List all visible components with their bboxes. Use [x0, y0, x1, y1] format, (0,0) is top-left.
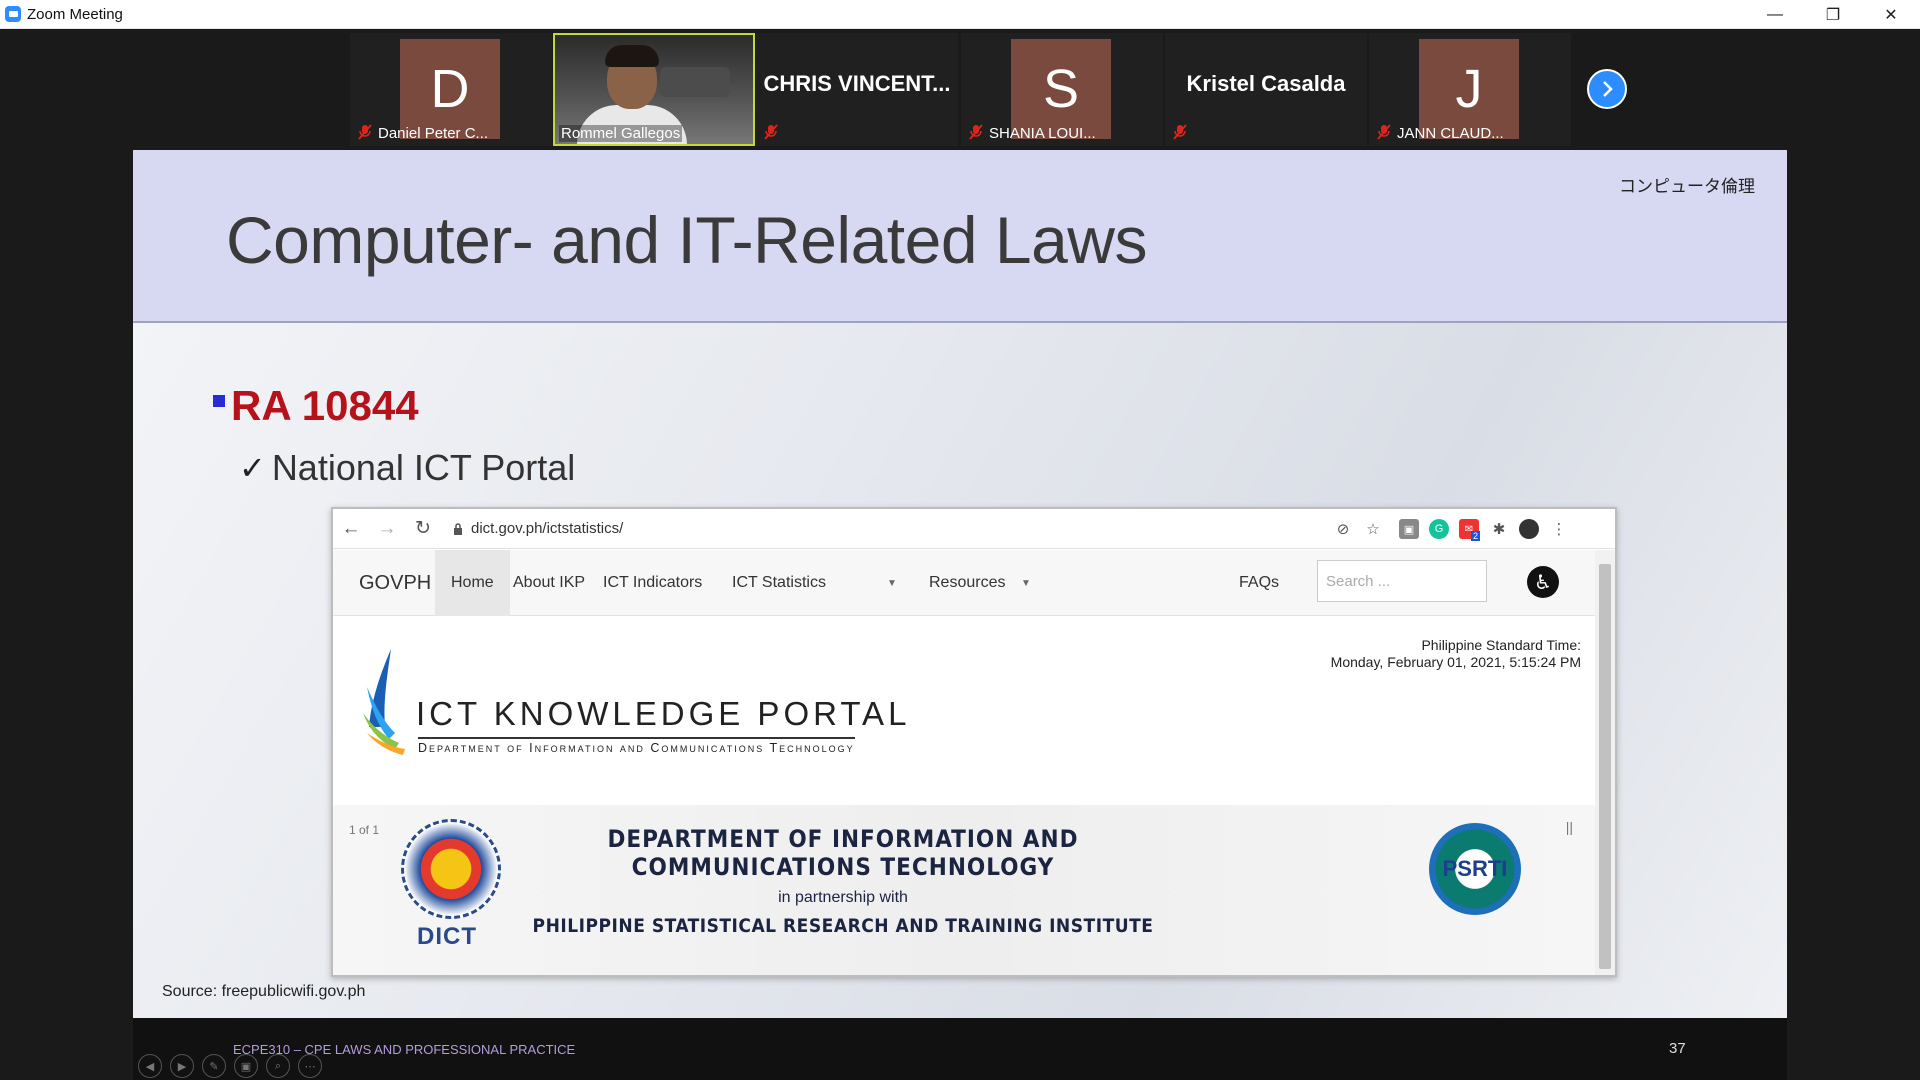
nav-resources: Resources [929, 574, 1006, 591]
participant-tile[interactable]: Kristel Casalda [1165, 33, 1367, 146]
time-label: Philippine Standard Time: [1421, 637, 1581, 653]
badge-count: 2 [1471, 531, 1481, 541]
dict-seal-icon [401, 819, 501, 919]
pen-icon[interactable]: ✎ [202, 1054, 226, 1078]
muted-mic-icon [358, 124, 372, 140]
nav-ict-indicators: ICT Indicators [603, 574, 703, 591]
dict-logo-text: DICT [417, 923, 477, 950]
participant-name: SHANIA LOUI... [989, 125, 1096, 142]
slide-counter: 1 of 1 [349, 823, 380, 837]
participant-name-large: Kristel Casalda [1186, 71, 1346, 96]
muted-mic-icon [1173, 124, 1187, 140]
drone-object [660, 67, 730, 97]
prev-slide-icon[interactable]: ◀ [138, 1054, 162, 1078]
participant-tile[interactable]: CHRIS VINCENT... [756, 33, 958, 146]
more-icon[interactable]: ⋯ [298, 1054, 322, 1078]
source-caption: Source: freepublicwifi.gov.ph [162, 983, 366, 1000]
participant-tile-video[interactable]: Rommel Gallegos [553, 33, 755, 146]
extension-icon: ▣ [1399, 519, 1419, 539]
participant-tile[interactable]: S SHANIA LOUI... [961, 33, 1163, 146]
site-search-input: Search ... [1317, 560, 1487, 602]
caret-down-icon: ▼ [1021, 577, 1031, 589]
participant-tile[interactable]: D Daniel Peter C... [350, 33, 552, 146]
eye-off-icon: ⊘ [1336, 521, 1350, 538]
avatar: S [1011, 39, 1111, 139]
caret-down-icon: ▼ [887, 577, 897, 589]
muted-mic-icon [764, 124, 778, 140]
url-text: dict.gov.ph/ictstatistics/ [471, 520, 624, 537]
browser-omnibar: ← → ↻ dict.gov.ph/ictstatistics/ ⊘ ☆ ▣ G… [333, 509, 1615, 549]
psrti-logo: PSRTI [1429, 823, 1521, 915]
slide-header: コンピュータ倫理 Computer- and IT-Related Laws [133, 150, 1787, 323]
participant-name: Rommel Gallegos [559, 125, 683, 142]
participant-tile[interactable]: J JANN CLAUD... [1369, 33, 1571, 146]
muted-mic-icon [1377, 124, 1391, 140]
slide-title: Computer- and IT-Related Laws [226, 203, 1147, 277]
accessibility-icon: ♿ [1527, 566, 1559, 598]
time-display: Philippine Standard Time: Monday, Februa… [1331, 637, 1581, 671]
zoom-icon[interactable]: ⌕ [266, 1054, 290, 1078]
restore-button[interactable]: ❐ [1804, 0, 1862, 29]
square-bullet-icon [213, 395, 225, 407]
window-title: Zoom Meeting [27, 5, 123, 23]
forward-arrow-icon: → [377, 517, 397, 539]
slides-icon[interactable]: ▣ [234, 1054, 258, 1078]
participant-name: Daniel Peter C... [378, 125, 489, 142]
participant-name: JANN CLAUD... [1397, 125, 1504, 142]
bullet-text: RA 10844 [231, 382, 419, 429]
avatar: D [400, 39, 500, 139]
banner-line2: in partnership with [778, 889, 908, 906]
shared-slide: コンピュータ倫理 Computer- and IT-Related Laws R… [133, 150, 1787, 1018]
window-titlebar: Zoom Meeting — ❐ ✕ [0, 0, 1920, 29]
bullet-text: National ICT Portal [271, 447, 576, 488]
site-navbar: GOVPH Home About IKP ICT Indicators ICT … [333, 550, 1595, 616]
zoom-app-icon [5, 6, 21, 22]
ikp-subtitle: Department of Information and Communicat… [418, 737, 855, 755]
kebab-menu-icon: ⋮ [1551, 521, 1567, 538]
banner-line1: DEPARTMENT OF INFORMATION AND COMMUNICAT… [607, 825, 1079, 881]
profile-avatar [1519, 519, 1539, 539]
bullet-level2: ✓ National ICT Portal [239, 447, 575, 489]
pause-icon: || [1565, 819, 1573, 835]
page-scrollbar [1595, 550, 1615, 975]
reload-icon: ↻ [415, 518, 431, 539]
close-button[interactable]: ✕ [1862, 0, 1920, 29]
muted-mic-icon [969, 124, 983, 140]
next-slide-icon[interactable]: ▶ [170, 1054, 194, 1078]
presenter-controls: ◀ ▶ ✎ ▣ ⌕ ⋯ [138, 1054, 322, 1078]
back-arrow-icon: ← [341, 517, 361, 539]
nav-ict-statistics: ICT Statistics [732, 574, 826, 591]
next-participants-button[interactable] [1587, 69, 1627, 109]
nav-faqs: FAQs [1239, 574, 1280, 591]
minimize-button[interactable]: — [1746, 0, 1804, 29]
participant-name-large: CHRIS VINCENT... [763, 71, 951, 96]
nav-home: Home [435, 550, 510, 616]
grammarly-icon: G [1429, 519, 1449, 539]
hero-banner: 1 of 1 || DICT DEPARTMENT OF INFORMATION… [333, 805, 1595, 975]
participant-strip: D Daniel Peter C... Rommel Gallegos CHRI… [0, 29, 1920, 150]
nav-about-ikp: About IKP [513, 574, 586, 591]
slide-footer: ECPE310 – CPE LAWS AND PROFESSIONAL PRAC… [133, 1018, 1787, 1080]
chevron-right-icon [1603, 81, 1613, 97]
puzzle-icon: ✱ [1492, 521, 1506, 538]
slide-number: 37 [1669, 1040, 1686, 1057]
ikp-wing-logo-icon [363, 649, 405, 755]
time-value: Monday, February 01, 2021, 5:15:24 PM [1330, 654, 1581, 670]
banner-line3: PHILIPPINE STATISTICAL RESEARCH AND TRAI… [532, 915, 1154, 937]
govph-brand: GOVPH [359, 571, 432, 594]
checkmark-icon: ✓ [239, 450, 266, 486]
avatar: J [1419, 39, 1519, 139]
browser-screenshot: ← → ↻ dict.gov.ph/ictstatistics/ ⊘ ☆ ▣ G… [331, 507, 1617, 977]
bullet-level1: RA 10844 [213, 382, 419, 430]
star-icon: ☆ [1366, 521, 1380, 538]
ikp-title: ICT KNOWLEDGE PORTAL [416, 695, 911, 732]
slide-corner-label: コンピュータ倫理 [1619, 177, 1755, 196]
lock-icon [454, 522, 462, 535]
banner-text: DEPARTMENT OF INFORMATION AND COMMUNICAT… [523, 825, 1163, 937]
